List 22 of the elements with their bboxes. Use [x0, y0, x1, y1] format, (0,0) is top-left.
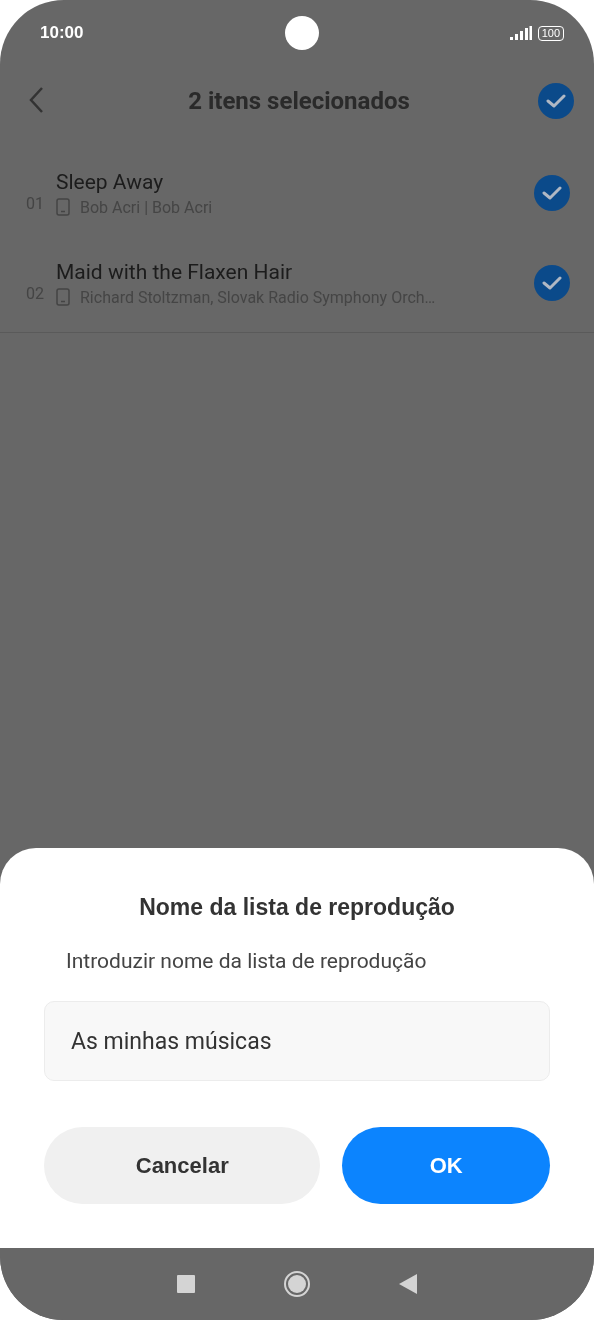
screen-title: 2 itens selecionados [187, 87, 411, 115]
song-checkbox[interactable] [534, 175, 570, 211]
phone-icon [56, 198, 70, 216]
dialog-title: Nome da lista de reprodução [138, 894, 456, 921]
song-checkbox[interactable] [534, 265, 570, 301]
select-all-checkbox[interactable] [538, 83, 574, 119]
song-title: Sleep Away [56, 169, 165, 194]
camera-cutout [285, 16, 319, 50]
cancel-button[interactable]: Cancelar [44, 1127, 321, 1204]
song-title: Maid with the Flaxen Hair [56, 259, 294, 284]
ok-button[interactable]: OK [342, 1127, 550, 1204]
phone-icon [56, 288, 70, 306]
back-nav-button[interactable] [399, 1274, 417, 1294]
signal-icon [509, 26, 532, 40]
playlist-name-field[interactable]: As minhas músicas [44, 1001, 550, 1081]
field-label: Introduzir nome da lista de reprodução [66, 949, 428, 973]
status-time: 10:00 [40, 23, 85, 43]
battery-level: 100 [537, 25, 564, 41]
check-icon [546, 93, 566, 109]
check-icon [542, 185, 562, 201]
check-icon [542, 275, 562, 291]
home-button[interactable] [283, 1270, 311, 1298]
